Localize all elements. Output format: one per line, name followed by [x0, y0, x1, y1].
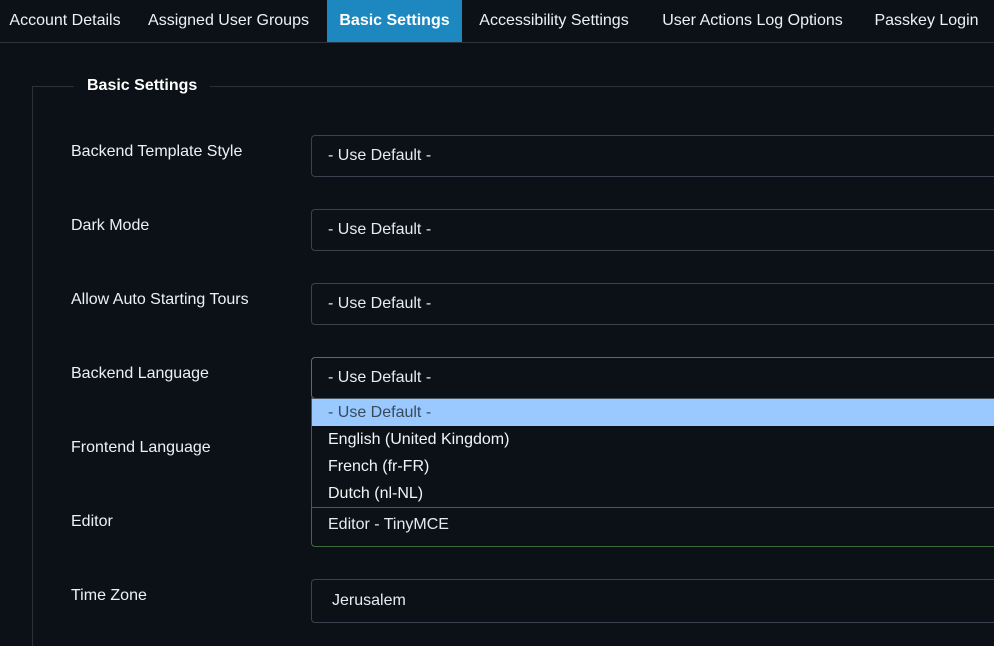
editor-label: Editor [71, 513, 113, 530]
tab-bar: Account Details Assigned User Groups Bas… [0, 0, 994, 43]
fieldset-legend: Basic Settings [74, 74, 211, 98]
tab-assigned-user-groups[interactable]: Assigned User Groups [130, 0, 327, 42]
tab-basic-settings[interactable]: Basic Settings [327, 0, 462, 42]
allow-auto-starting-tours-select[interactable]: - Use Default - [311, 283, 994, 325]
backend-template-style-select[interactable]: - Use Default - [311, 135, 994, 177]
editor-select[interactable]: Editor - TinyMCE [311, 505, 994, 547]
dropdown-option-english-uk[interactable]: English (United Kingdom) [312, 426, 994, 453]
dropdown-option-use-default[interactable]: - Use Default - [312, 399, 994, 426]
backend-language-select[interactable]: - Use Default - [311, 357, 994, 399]
backend-template-style-label: Backend Template Style [71, 143, 243, 160]
tab-user-actions-log-options[interactable]: User Actions Log Options [646, 0, 859, 42]
dropdown-option-dutch[interactable]: Dutch (nl-NL) [312, 480, 994, 507]
backend-language-label: Backend Language [71, 365, 209, 382]
frontend-language-label: Frontend Language [71, 439, 211, 456]
tab-accessibility-settings[interactable]: Accessibility Settings [462, 0, 646, 42]
time-zone-select[interactable]: Jerusalem [311, 579, 994, 623]
dropdown-option-french[interactable]: French (fr-FR) [312, 453, 994, 480]
allow-auto-starting-tours-label: Allow Auto Starting Tours [71, 291, 249, 308]
dark-mode-label: Dark Mode [71, 217, 150, 234]
backend-language-dropdown: - Use Default - English (United Kingdom)… [311, 398, 994, 508]
dark-mode-select[interactable]: - Use Default - [311, 209, 994, 251]
tab-account-details[interactable]: Account Details [0, 0, 130, 42]
tab-passkey-login[interactable]: Passkey Login [859, 0, 994, 42]
time-zone-label: Time Zone [71, 587, 147, 604]
